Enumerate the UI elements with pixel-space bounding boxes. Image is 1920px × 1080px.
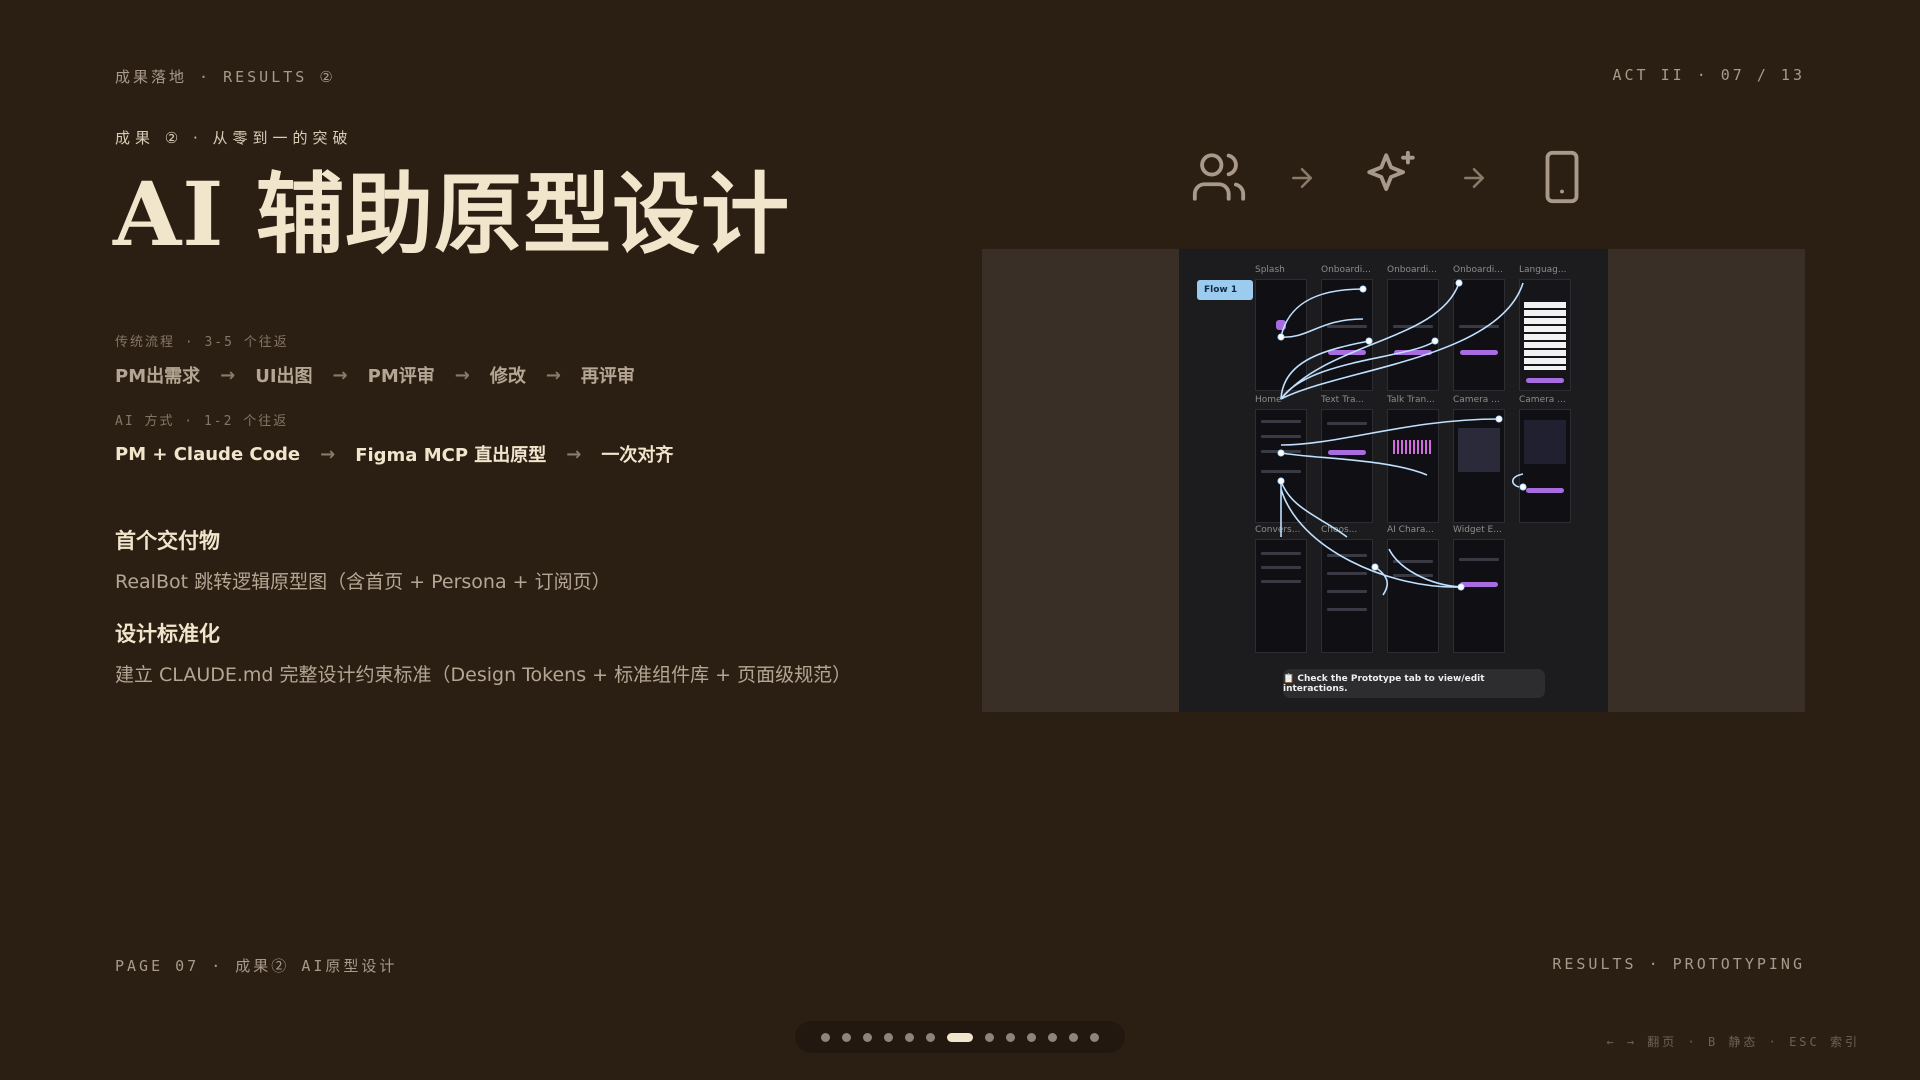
section-title: 首个交付物 bbox=[115, 528, 220, 553]
section-body: 建立 CLAUDE.md 完整设计约束标准（Design Tokens + 标准… bbox=[115, 664, 852, 686]
pagination-dot-active[interactable] bbox=[947, 1032, 973, 1042]
traditional-step: PM出需求 bbox=[115, 366, 201, 387]
prototype-note: 📋 Check the Prototype tab to view/edit i… bbox=[1283, 669, 1545, 698]
traditional-step: 再评审 bbox=[580, 366, 635, 387]
pagination-dot[interactable] bbox=[842, 1032, 851, 1042]
pagination-dot[interactable] bbox=[1069, 1032, 1078, 1042]
traditional-flow: PM出需求 → UI出图 → PM评审 → 修改 → 再评审 bbox=[115, 362, 635, 388]
arrow-right-icon: → bbox=[545, 364, 561, 386]
ai-flow: PM + Claude Code → Figma MCP 直出原型 → 一次对齐 bbox=[115, 441, 673, 467]
ai-step: PM + Claude Code bbox=[115, 443, 301, 465]
pagination-dot[interactable] bbox=[884, 1032, 893, 1042]
traditional-flow-label: 传统流程 · 3-5 个往返 bbox=[115, 335, 289, 350]
arrow-right-icon: → bbox=[566, 443, 582, 465]
pagination-dot[interactable] bbox=[926, 1032, 935, 1042]
sparkles-icon bbox=[1367, 150, 1415, 192]
ai-step: Figma MCP 直出原型 bbox=[355, 445, 547, 466]
topic-label: RESULTS · PROTOTYPING bbox=[1552, 955, 1805, 973]
prototype-connections bbox=[1277, 279, 1527, 596]
traditional-step: PM评审 bbox=[367, 366, 435, 387]
arrow-right-icon: → bbox=[332, 364, 348, 386]
section-label: 成果落地 · RESULTS ② bbox=[115, 68, 336, 86]
pagination-dot[interactable] bbox=[985, 1032, 994, 1042]
smartphone-icon bbox=[1545, 150, 1579, 204]
section-title: 设计标准化 bbox=[115, 621, 220, 646]
page-label: PAGE 07 · 成果② AI原型设计 bbox=[115, 957, 398, 975]
arrow-right-icon bbox=[1464, 168, 1484, 188]
ai-step: 一次对齐 bbox=[601, 445, 674, 466]
arrow-right-icon: → bbox=[220, 364, 236, 386]
figma-prototype-canvas: Splash Onboardi... Onboardi... Onboardi.… bbox=[1179, 249, 1608, 712]
page-title: AI 辅助原型设计 bbox=[113, 162, 791, 266]
slide-pagination bbox=[795, 1021, 1125, 1053]
arrow-right-icon bbox=[1292, 168, 1312, 188]
keyboard-hint: ← → 翻页 · B 静态 · ESC 索引 bbox=[1606, 1035, 1860, 1049]
pagination-dot[interactable] bbox=[863, 1032, 872, 1042]
pagination-dot[interactable] bbox=[1006, 1032, 1015, 1042]
pagination-dot[interactable] bbox=[1048, 1032, 1057, 1042]
ai-flow-label: AI 方式 · 1-2 个往返 bbox=[115, 414, 289, 429]
pagination-dot[interactable] bbox=[1090, 1032, 1099, 1042]
pagination-dot[interactable] bbox=[821, 1032, 830, 1042]
pagination-dot[interactable] bbox=[1027, 1032, 1036, 1042]
prototype-screenshot-panel: Splash Onboardi... Onboardi... Onboardi.… bbox=[982, 249, 1805, 712]
kicker: 成果 ② · 从零到一的突破 bbox=[115, 129, 353, 147]
traditional-step: 修改 bbox=[489, 366, 526, 387]
traditional-step: UI出图 bbox=[255, 366, 313, 387]
users-icon bbox=[1192, 153, 1246, 201]
section-body: RealBot 跳转逻辑原型图（含首页 + Persona + 订阅页） bbox=[115, 571, 611, 593]
pagination-dot[interactable] bbox=[905, 1032, 914, 1042]
process-icons bbox=[1190, 148, 1590, 212]
flow-tag: Flow 1 bbox=[1197, 280, 1253, 300]
act-counter: ACT II · 07 / 13 bbox=[1612, 66, 1805, 84]
arrow-right-icon: → bbox=[320, 443, 336, 465]
arrow-right-icon: → bbox=[454, 364, 470, 386]
